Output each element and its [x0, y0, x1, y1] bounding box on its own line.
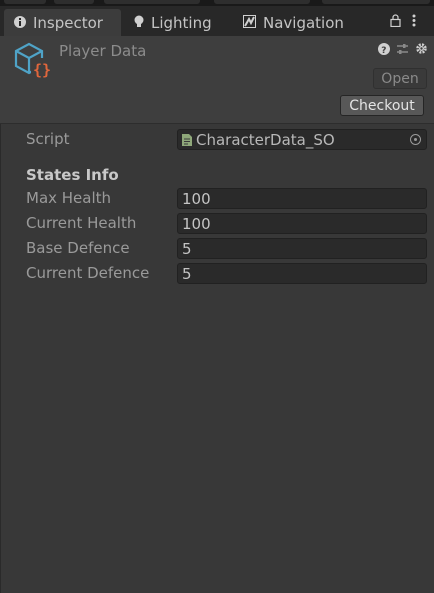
- lightbulb-icon: [134, 14, 144, 32]
- field-value: 100: [182, 189, 211, 208]
- svg-text:?: ?: [381, 46, 386, 55]
- max-health-label: Max Health: [26, 189, 112, 207]
- max-health-input[interactable]: 100: [177, 188, 427, 209]
- asset-title: Player Data: [59, 42, 147, 60]
- current-health-label: Current Health: [26, 214, 137, 232]
- settings-gear-icon[interactable]: [415, 42, 428, 59]
- field-value: 100: [182, 214, 211, 233]
- navigation-icon: [243, 14, 256, 32]
- field-value: 5: [182, 264, 192, 283]
- kebab-menu-icon[interactable]: [412, 14, 416, 31]
- header-icons: ?: [378, 42, 428, 59]
- tab-bar: Inspector Lighting Navigation: [0, 6, 434, 36]
- help-icon[interactable]: ?: [378, 42, 390, 59]
- object-picker-icon[interactable]: [410, 134, 421, 145]
- script-file-icon: [182, 133, 192, 146]
- tab-label: Lighting: [151, 13, 212, 32]
- script-field[interactable]: CharacterData_SO: [177, 129, 427, 150]
- section-title: States Info: [26, 166, 119, 184]
- header-divider: [0, 123, 434, 124]
- checkout-button[interactable]: Checkout: [340, 95, 424, 116]
- tab-inspector[interactable]: Inspector: [4, 9, 121, 36]
- current-defence-input[interactable]: 5: [177, 263, 427, 284]
- tab-label: Inspector: [33, 13, 103, 32]
- current-defence-label: Current Defence: [26, 264, 150, 282]
- info-icon: [14, 14, 26, 32]
- base-defence-input[interactable]: 5: [177, 238, 427, 259]
- open-button[interactable]: Open: [373, 68, 427, 89]
- base-defence-label: Base Defence: [26, 239, 130, 257]
- tab-navigation[interactable]: Navigation: [243, 9, 344, 36]
- script-label: Script: [26, 130, 70, 148]
- tab-lighting[interactable]: Lighting: [134, 9, 212, 36]
- script-name: CharacterData_SO: [196, 130, 335, 149]
- scriptable-object-icon: {}: [13, 42, 53, 82]
- field-value: 5: [182, 239, 192, 258]
- svg-text:{}: {}: [33, 61, 51, 78]
- preset-sliders-icon[interactable]: [396, 43, 409, 59]
- lock-icon[interactable]: [390, 14, 401, 31]
- tab-label: Navigation: [263, 13, 344, 32]
- current-health-input[interactable]: 100: [177, 213, 427, 234]
